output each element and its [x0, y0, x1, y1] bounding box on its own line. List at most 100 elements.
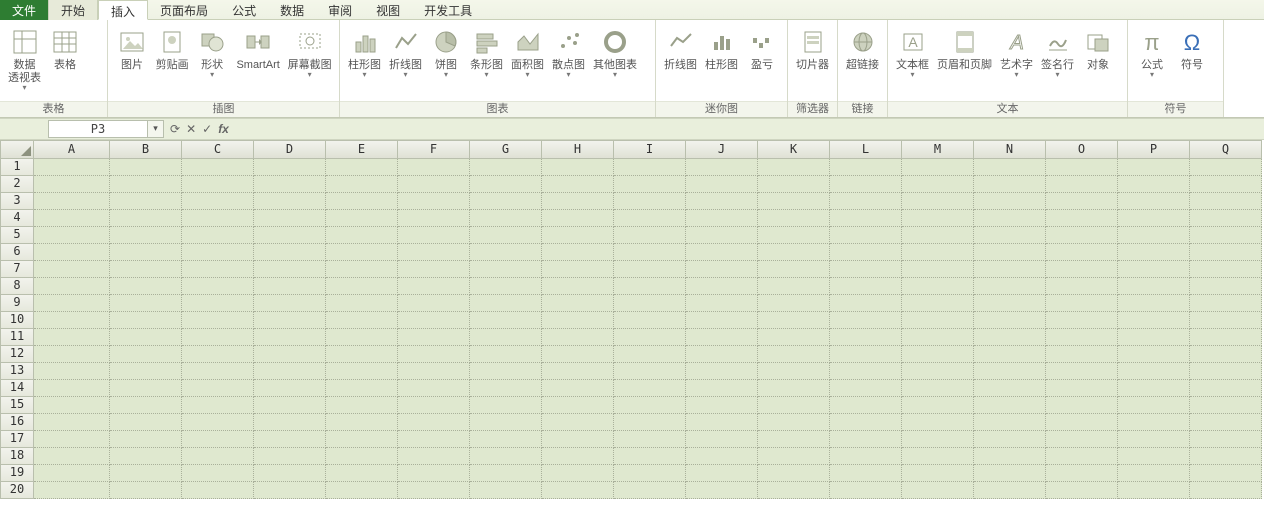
- cell[interactable]: [326, 210, 398, 227]
- cell[interactable]: [974, 329, 1046, 346]
- cell[interactable]: [686, 176, 758, 193]
- cell[interactable]: [398, 414, 470, 431]
- row-header[interactable]: 17: [0, 431, 34, 448]
- cell[interactable]: [470, 465, 542, 482]
- cell[interactable]: [254, 244, 326, 261]
- menu-data[interactable]: 数据: [268, 0, 316, 20]
- pie-chart-button[interactable]: 饼图 ▾: [426, 24, 466, 81]
- cell[interactable]: [830, 193, 902, 210]
- cell[interactable]: [398, 227, 470, 244]
- cell[interactable]: [614, 261, 686, 278]
- row-header[interactable]: 14: [0, 380, 34, 397]
- cell[interactable]: [326, 482, 398, 499]
- cell[interactable]: [1190, 244, 1262, 261]
- cell[interactable]: [1190, 363, 1262, 380]
- cell[interactable]: [614, 278, 686, 295]
- cell[interactable]: [470, 278, 542, 295]
- equation-button[interactable]: π 公式 ▾: [1132, 24, 1172, 81]
- cell[interactable]: [326, 465, 398, 482]
- menu-dev[interactable]: 开发工具: [412, 0, 484, 20]
- cell[interactable]: [1190, 448, 1262, 465]
- cell[interactable]: [974, 380, 1046, 397]
- column-header[interactable]: Q: [1190, 140, 1262, 159]
- cell[interactable]: [326, 227, 398, 244]
- cell[interactable]: [974, 227, 1046, 244]
- cell[interactable]: [830, 380, 902, 397]
- row-header[interactable]: 6: [0, 244, 34, 261]
- cell[interactable]: [1046, 465, 1118, 482]
- cell[interactable]: [974, 261, 1046, 278]
- column-header[interactable]: K: [758, 140, 830, 159]
- column-header[interactable]: L: [830, 140, 902, 159]
- cell[interactable]: [758, 380, 830, 397]
- cell[interactable]: [1118, 448, 1190, 465]
- cell[interactable]: [974, 431, 1046, 448]
- cell[interactable]: [1046, 431, 1118, 448]
- cell[interactable]: [470, 448, 542, 465]
- column-header[interactable]: D: [254, 140, 326, 159]
- cell[interactable]: [182, 295, 254, 312]
- cell[interactable]: [902, 380, 974, 397]
- cell[interactable]: [34, 193, 110, 210]
- cell[interactable]: [110, 329, 182, 346]
- area-chart-button[interactable]: 面积图 ▾: [507, 24, 548, 81]
- cell[interactable]: [686, 414, 758, 431]
- wordart-button[interactable]: A 艺术字 ▾: [996, 24, 1037, 81]
- row-header[interactable]: 2: [0, 176, 34, 193]
- cell[interactable]: [254, 312, 326, 329]
- cell[interactable]: [974, 397, 1046, 414]
- cell[interactable]: [182, 363, 254, 380]
- cell[interactable]: [614, 176, 686, 193]
- cell[interactable]: [542, 431, 614, 448]
- cell[interactable]: [1046, 193, 1118, 210]
- cell[interactable]: [34, 414, 110, 431]
- cell[interactable]: [542, 482, 614, 499]
- cell[interactable]: [758, 244, 830, 261]
- cell[interactable]: [110, 312, 182, 329]
- cell[interactable]: [110, 193, 182, 210]
- cell[interactable]: [830, 363, 902, 380]
- cell[interactable]: [542, 346, 614, 363]
- column-header[interactable]: F: [398, 140, 470, 159]
- cell[interactable]: [254, 397, 326, 414]
- cell[interactable]: [686, 329, 758, 346]
- cell[interactable]: [830, 431, 902, 448]
- cell[interactable]: [110, 176, 182, 193]
- cell[interactable]: [326, 244, 398, 261]
- cell[interactable]: [830, 176, 902, 193]
- smartart-button[interactable]: SmartArt: [232, 24, 284, 74]
- cell[interactable]: [758, 193, 830, 210]
- cell[interactable]: [470, 193, 542, 210]
- cell[interactable]: [470, 346, 542, 363]
- cell[interactable]: [614, 414, 686, 431]
- cell[interactable]: [470, 363, 542, 380]
- cell[interactable]: [110, 159, 182, 176]
- row-header[interactable]: 16: [0, 414, 34, 431]
- row-header[interactable]: 10: [0, 312, 34, 329]
- cell[interactable]: [974, 346, 1046, 363]
- column-header[interactable]: B: [110, 140, 182, 159]
- cell[interactable]: [1046, 363, 1118, 380]
- menu-insert[interactable]: 插入: [98, 0, 148, 20]
- formula-refresh-icon[interactable]: ⟳: [170, 122, 180, 136]
- cell[interactable]: [1190, 380, 1262, 397]
- cell[interactable]: [398, 380, 470, 397]
- cell[interactable]: [110, 397, 182, 414]
- column-header[interactable]: G: [470, 140, 542, 159]
- cell[interactable]: [254, 261, 326, 278]
- cell[interactable]: [974, 363, 1046, 380]
- cell[interactable]: [34, 261, 110, 278]
- cell[interactable]: [1118, 244, 1190, 261]
- cell[interactable]: [542, 244, 614, 261]
- cell[interactable]: [902, 227, 974, 244]
- select-all-corner[interactable]: [0, 140, 34, 159]
- cell[interactable]: [974, 482, 1046, 499]
- cell[interactable]: [1190, 465, 1262, 482]
- cell[interactable]: [1190, 210, 1262, 227]
- cell[interactable]: [542, 363, 614, 380]
- row-header[interactable]: 18: [0, 448, 34, 465]
- cell[interactable]: [542, 465, 614, 482]
- row-header[interactable]: 20: [0, 482, 34, 499]
- cell[interactable]: [830, 329, 902, 346]
- cell[interactable]: [830, 465, 902, 482]
